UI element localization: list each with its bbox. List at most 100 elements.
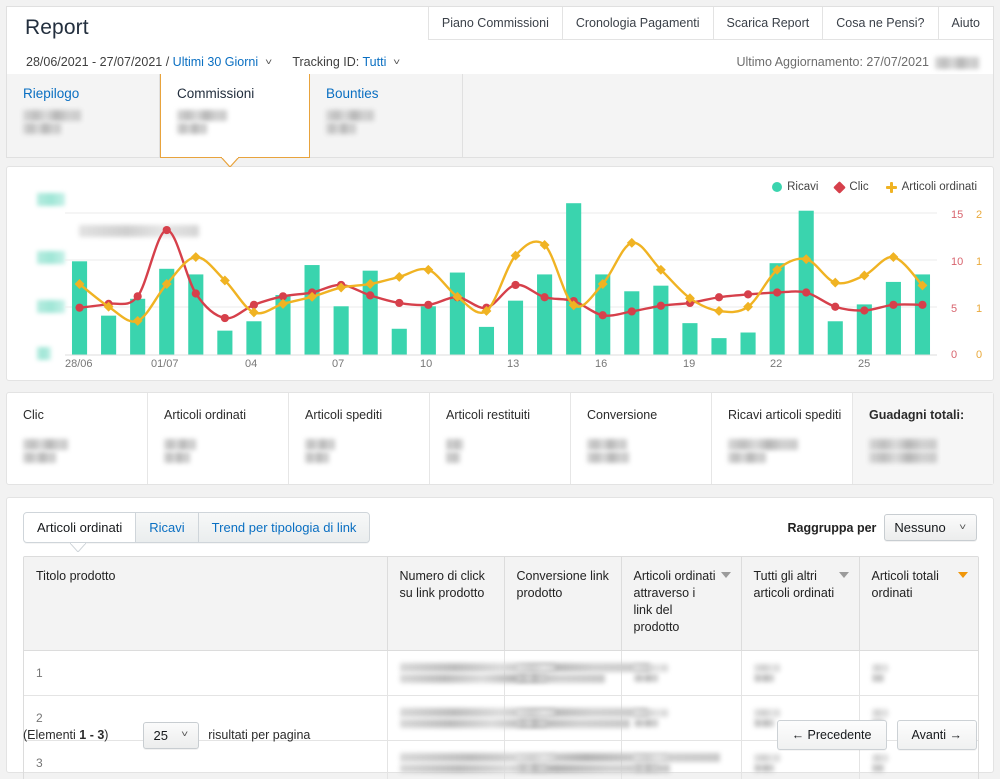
chart-x-tick: 16 — [595, 358, 608, 370]
chart-x-tick: 01/07 — [151, 358, 179, 370]
table-row[interactable]: 1 — [24, 650, 978, 696]
last-update-text: Ultimo Aggiornamento: 27/07/2021 — [736, 55, 930, 69]
table-view-tabs: Articoli ordinati Ricavi Trend per tipol… — [23, 512, 371, 543]
column-articoli-totali-ordinati: Articoli totali ordinati — [859, 557, 978, 651]
column-label: Articoli totali ordinati — [871, 569, 939, 600]
tracking-id-value-link[interactable]: Tutti — [363, 55, 387, 69]
group-by-value: Nessuno — [894, 520, 946, 535]
metric-card-articoli-restituiti: Articoli restituiti — [430, 393, 571, 484]
report-tab-strip: Riepilogo Commissioni Bounties — [6, 74, 994, 158]
active-tab-pointer-icon — [221, 157, 239, 167]
group-by-control: Raggruppa per Nessuno ˅ — [788, 514, 977, 541]
date-range-text: 28/06/2021 - 27/07/2021 / — [26, 55, 170, 69]
column-label: Tutti gli altri articoli ordinati — [753, 569, 835, 600]
column-label: Titolo prodotto — [36, 569, 116, 583]
redacted-value — [177, 110, 227, 121]
group-by-select[interactable]: Nessuno ˅ — [884, 514, 977, 541]
chart-x-tick: 25 — [858, 358, 871, 370]
summary-metrics: Clic Articoli ordinati Articoli spediti … — [6, 392, 994, 485]
per-page-label: risultati per pagina — [208, 728, 311, 742]
tab-bounties[interactable]: Bounties — [310, 74, 463, 158]
metric-card-articoli-ordinati: Articoli ordinati — [148, 393, 289, 484]
metric-label: Articoli spediti — [305, 408, 383, 422]
column-label: Articoli ordinati attraverso i link del … — [633, 569, 716, 634]
metric-label: Articoli ordinati — [164, 408, 246, 422]
tab-commissioni-value — [177, 110, 227, 134]
table-header-row: Titolo prodotto Numero di click su link … — [24, 557, 978, 651]
chevron-down-icon: ˅ — [958, 521, 966, 532]
column-tutti-altri-articoli: Tutti gli altri articoli ordinati — [741, 557, 860, 651]
chart-x-tick: 28/06 — [65, 358, 93, 370]
tab-bounties-value — [326, 110, 374, 134]
active-table-tab-pointer-icon — [70, 543, 86, 552]
nav-scarica-report[interactable]: Scarica Report — [712, 7, 823, 40]
nav-piano-commissioni[interactable]: Piano Commissioni — [427, 7, 562, 40]
nav-cronologia-pagamenti[interactable]: Cronologia Pagamenti — [561, 7, 713, 40]
column-numero-click: Numero di click su link prodotto — [387, 557, 505, 651]
performance-chart-panel: Ricavi Clic Articoli ordinati 15 10 5 0 … — [6, 166, 994, 381]
tab-riepilogo-label: Riepilogo — [23, 86, 80, 101]
chart-bars-ricavi — [71, 203, 931, 355]
per-page-value: 25 — [153, 727, 168, 743]
chevron-down-icon: ˅ — [181, 729, 189, 739]
elements-range: 1 - 3 — [79, 728, 105, 742]
page-header: Report 28/06/2021 - 27/07/2021 / Ultimi … — [6, 6, 994, 74]
column-titolo-prodotto: Titolo prodotto — [24, 557, 388, 651]
column-articoli-ordinati-link: Articoli ordinati attraverso i link del … — [621, 557, 742, 651]
filter-bar: 28/06/2021 - 27/07/2021 / Ultimi 30 Gior… — [26, 55, 401, 69]
tab-commissioni-label: Commissioni — [177, 86, 255, 101]
metric-card-ricavi-articoli-spediti: Ricavi articoli spediti — [712, 393, 853, 484]
redacted-value — [935, 56, 979, 69]
metric-label: Clic — [23, 408, 44, 422]
metric-card-clic: Clic — [7, 393, 148, 484]
row-index: 1 — [24, 650, 388, 696]
date-range-preset-link[interactable]: Ultimi 30 Giorni — [173, 55, 258, 69]
metric-label: Guadagni totali: — [869, 408, 965, 422]
nav-cosa-ne-pensi[interactable]: Cosa ne Pensi? — [822, 7, 938, 40]
nav-aiuto[interactable]: Aiuto — [937, 7, 993, 40]
redacted-value — [23, 123, 61, 134]
next-page-button[interactable]: Avanti → — [896, 720, 977, 750]
cell-titolo-prodotto — [387, 650, 650, 696]
cell-numero-click — [504, 650, 622, 696]
tab-trend-tipologia-link[interactable]: Trend per tipologia di link — [198, 513, 370, 542]
metric-value-redacted — [728, 439, 798, 463]
chart-x-tick: 04 — [245, 358, 258, 370]
per-page-control: 25 ˅ risultati per pagina — [143, 721, 311, 749]
chevron-down-icon[interactable]: ˅ — [393, 57, 400, 67]
tab-bounties-label: Bounties — [326, 86, 379, 101]
elements-count: (Elementi 1 - 3) — [23, 728, 108, 742]
metric-card-conversione: Conversione — [571, 393, 712, 484]
top-navigation: Piano Commissioni Cronologia Pagamenti S… — [427, 7, 993, 40]
metric-label: Conversione — [587, 408, 658, 422]
pagination: ← Precedente Avanti → — [776, 720, 977, 750]
metric-label: Articoli restituiti — [446, 408, 531, 422]
tab-articoli-ordinati[interactable]: Articoli ordinati — [24, 513, 137, 542]
redacted-value — [326, 123, 356, 134]
tab-commissioni[interactable]: Commissioni — [160, 74, 310, 158]
per-page-select[interactable]: 25 ˅ — [143, 721, 200, 749]
tab-ricavi[interactable]: Ricavi — [136, 513, 199, 542]
chevron-down-icon[interactable]: ˅ — [265, 57, 272, 67]
tracking-id-label: Tracking ID: — [292, 55, 360, 69]
chart-x-tick: 13 — [507, 358, 520, 370]
redacted-value — [326, 110, 374, 121]
elements-suffix: ) — [104, 728, 109, 742]
column-label: Conversione link prodotto — [516, 569, 609, 600]
chart-x-tick: 22 — [770, 358, 783, 370]
metric-value-redacted — [869, 439, 937, 463]
group-by-label: Raggruppa per — [787, 520, 877, 535]
metric-card-guadagni-totali: Guadagni totali: — [853, 393, 993, 484]
tab-riepilogo[interactable]: Riepilogo — [7, 74, 160, 158]
metric-value-redacted — [23, 439, 68, 463]
previous-page-button[interactable]: ← Precedente — [776, 720, 887, 750]
sort-arrow-icon-active[interactable] — [958, 572, 968, 578]
chart-x-tick: 19 — [683, 358, 696, 370]
redacted-value — [177, 123, 207, 134]
metric-value-redacted — [587, 439, 629, 463]
cell-articoli-ordinati-link — [741, 650, 860, 696]
tracking-id-filter: Tracking ID: Tutti ˅ — [292, 55, 401, 69]
sort-arrow-icon[interactable] — [720, 572, 731, 578]
column-conversione-link: Conversione link prodotto — [504, 557, 622, 651]
sort-arrow-icon[interactable] — [838, 572, 849, 578]
